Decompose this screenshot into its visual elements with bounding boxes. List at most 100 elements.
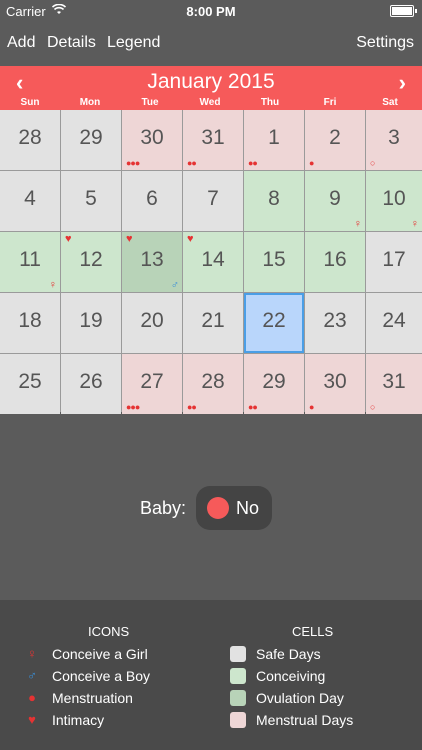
- day-number: 19: [79, 309, 103, 332]
- day-cell[interactable]: 31 ○: [366, 354, 422, 414]
- day-number: 13: [140, 248, 164, 271]
- day-number: 30: [140, 126, 164, 149]
- day-cell[interactable]: 18: [0, 293, 60, 353]
- add-button[interactable]: Add: [7, 34, 35, 52]
- day-cell[interactable]: 3 ○: [366, 110, 422, 170]
- day-cell[interactable]: 6: [122, 171, 182, 231]
- day-cell[interactable]: 26: [61, 354, 121, 414]
- day-number: 20: [140, 309, 164, 332]
- day-number: 24: [382, 309, 406, 332]
- legend-cell-swatch: [230, 646, 246, 662]
- menstruation-drops-icon: ●●●: [126, 158, 140, 168]
- legend-cell-label: Ovulation Day: [256, 690, 344, 706]
- toolbar: Add Details Legend Settings: [0, 22, 422, 66]
- day-cell[interactable]: 14 ♥: [183, 232, 243, 292]
- icons-legend-title: ICONS: [88, 624, 130, 639]
- legend-icon-label: Intimacy: [52, 712, 105, 728]
- legend-icon-label: Conceive a Girl: [52, 646, 148, 662]
- day-cell[interactable]: 5: [61, 171, 121, 231]
- day-cell[interactable]: 20: [122, 293, 182, 353]
- settings-button[interactable]: Settings: [356, 34, 414, 52]
- baby-indicator-dot: [207, 497, 229, 519]
- day-cell[interactable]: 29: [61, 110, 121, 170]
- day-cell[interactable]: 4: [0, 171, 60, 231]
- day-number: 17: [382, 248, 406, 271]
- day-cell[interactable]: 16: [305, 232, 365, 292]
- legend-button[interactable]: Legend: [107, 34, 160, 52]
- day-cell[interactable]: 19: [61, 293, 121, 353]
- intimacy-heart-icon: ♥: [65, 233, 72, 245]
- legend-icon-label: Conceive a Boy: [52, 668, 151, 684]
- day-cell[interactable]: 23: [305, 293, 365, 353]
- day-number: 7: [207, 187, 219, 210]
- legend-cell-label: Safe Days: [256, 646, 321, 662]
- weekday-label: Sun: [20, 97, 40, 108]
- day-number: 21: [201, 309, 225, 332]
- day-cell[interactable]: 24: [366, 293, 422, 353]
- day-cell[interactable]: 30 ●: [305, 354, 365, 414]
- day-cell[interactable]: 29 ●●: [244, 354, 304, 414]
- day-cell[interactable]: 21: [183, 293, 243, 353]
- day-number: 26: [79, 370, 103, 393]
- cells-legend-title: CELLS: [292, 624, 334, 639]
- menstruation-drops-icon: ●●: [248, 402, 258, 412]
- details-button[interactable]: Details: [47, 34, 96, 52]
- calendar-header: ‹ January 2015 › Sun Mon Tue Wed Thu Fri…: [0, 66, 422, 110]
- weekday-label: Tue: [141, 97, 159, 108]
- weekday-label: Fri: [323, 97, 337, 108]
- day-cell[interactable]: 12 ♥: [61, 232, 121, 292]
- day-cell[interactable]: 28: [0, 110, 60, 170]
- baby-toggle[interactable]: No: [196, 486, 272, 530]
- day-number: 5: [85, 187, 97, 210]
- drop-icon: ●: [28, 690, 36, 705]
- day-number: 22: [262, 309, 286, 332]
- day-cell[interactable]: 31 ●●: [183, 110, 243, 170]
- intimacy-heart-icon: ♥: [187, 233, 194, 245]
- day-cell[interactable]: 8: [244, 171, 304, 231]
- day-number: 27: [140, 370, 164, 393]
- legend-cell-swatch: [230, 690, 246, 706]
- next-month-button[interactable]: ›: [399, 70, 406, 96]
- day-number: 15: [262, 248, 286, 271]
- intimacy-heart-icon: ♥: [126, 233, 133, 245]
- baby-value: No: [236, 498, 260, 518]
- menstruation-drops-icon: ○: [370, 402, 376, 412]
- day-cell[interactable]: 13 ♥ ♂: [122, 232, 182, 292]
- weekday-label: Thu: [260, 97, 280, 108]
- day-number: 31: [201, 126, 225, 149]
- day-number: 30: [323, 370, 347, 393]
- day-cell[interactable]: 1 ●●: [244, 110, 304, 170]
- baby-label: Baby:: [140, 498, 187, 518]
- heart-icon: ♥: [28, 712, 36, 727]
- day-cell[interactable]: 28 ●●: [183, 354, 243, 414]
- day-cell[interactable]: 22: [244, 293, 304, 353]
- female-symbol-icon: ♀: [353, 218, 362, 230]
- status-time: 8:00 PM: [186, 4, 236, 19]
- day-number: 10: [382, 187, 406, 210]
- day-cell[interactable]: 15: [244, 232, 304, 292]
- day-number: 29: [79, 126, 103, 149]
- legend-cell-swatch: [230, 712, 246, 728]
- calendar-grid: 28 29 30 ●●● 31 ●● 1 ●● 2 ● 3 ○ 4 5 6 7 8 9 ♀ 10 ♀ 11 ♀ 12 ♥ 13 ♥ ♂…: [0, 110, 422, 414]
- menstruation-drops-icon: ●●●: [126, 402, 140, 412]
- menstruation-drops-icon: ●●: [187, 402, 197, 412]
- day-cell[interactable]: 25: [0, 354, 60, 414]
- menstruation-drops-icon: ●: [309, 402, 315, 412]
- male-symbol-icon: ♂: [170, 279, 179, 291]
- day-cell[interactable]: 30 ●●●: [122, 110, 182, 170]
- day-cell[interactable]: 17: [366, 232, 422, 292]
- weekday-header: Sun Mon Tue Wed Thu Fri Sat: [0, 97, 422, 109]
- baby-row: Baby: No: [0, 486, 422, 530]
- day-cell[interactable]: 9 ♀: [305, 171, 365, 231]
- day-cell[interactable]: 2 ●: [305, 110, 365, 170]
- day-number: 23: [323, 309, 347, 332]
- day-number: 4: [24, 187, 36, 210]
- day-cell[interactable]: 10 ♀: [366, 171, 422, 231]
- day-number: 25: [18, 370, 42, 393]
- day-cell[interactable]: 7: [183, 171, 243, 231]
- male-symbol-icon: ♂: [27, 668, 37, 683]
- day-cell[interactable]: 11 ♀: [0, 232, 60, 292]
- day-cell[interactable]: 27 ●●●: [122, 354, 182, 414]
- day-number: 18: [18, 309, 42, 332]
- menstruation-drops-icon: ●●: [187, 158, 197, 168]
